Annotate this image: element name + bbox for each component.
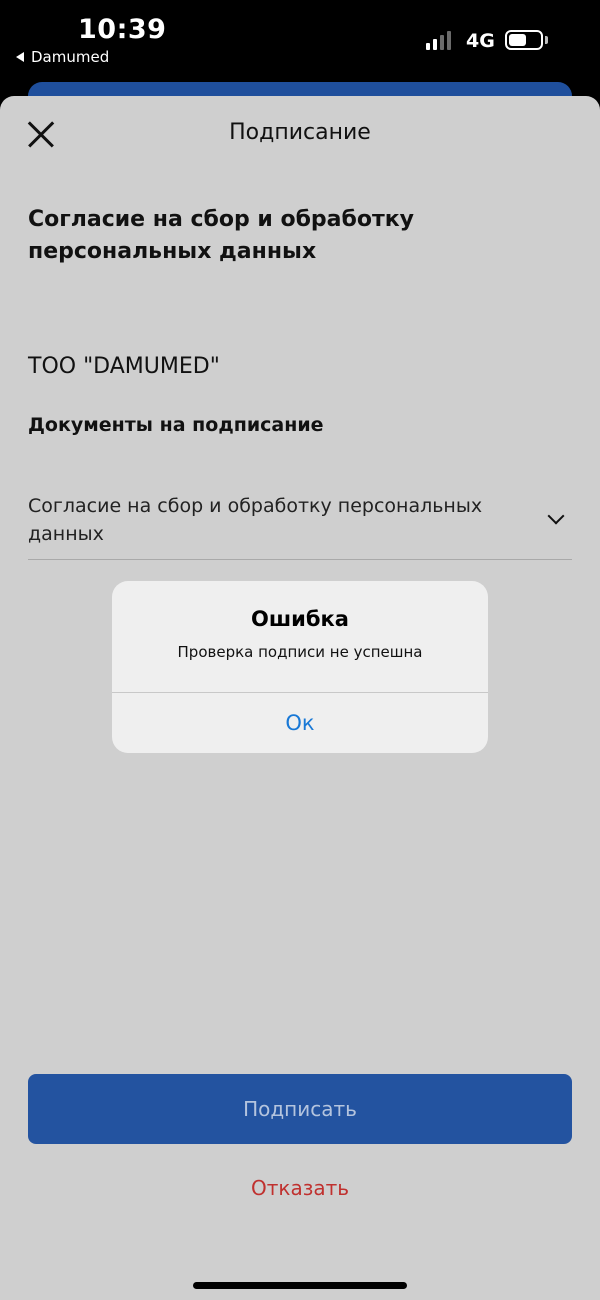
- battery-tip: [545, 36, 548, 44]
- document-item[interactable]: Согласие на сбор и обработку персональны…: [28, 490, 572, 560]
- sign-button[interactable]: Подписать: [28, 1074, 572, 1144]
- sheet-title: Подписание: [229, 120, 371, 145]
- document-item-title: Согласие на сбор и обработку персональны…: [28, 495, 483, 545]
- battery-icon: [505, 30, 543, 50]
- back-to-app-link[interactable]: Damumed: [16, 48, 109, 66]
- documents-section-label: Документы на подписание: [28, 414, 324, 436]
- decline-button[interactable]: Отказать: [0, 1176, 600, 1200]
- home-indicator: [193, 1282, 407, 1289]
- organization-name: ТОО "DAMUMED": [28, 354, 220, 379]
- back-arrow-icon: [16, 52, 24, 62]
- network-type: 4G: [466, 30, 495, 52]
- cellular-signal-icon: [426, 30, 451, 50]
- status-bar: 10:39 Damumed 4G: [0, 0, 600, 80]
- back-app-label: Damumed: [31, 48, 110, 66]
- alert-ok-button[interactable]: Ок: [112, 693, 488, 753]
- alert-message: Проверка подписи не успешна: [177, 643, 423, 661]
- status-time: 10:39: [78, 14, 167, 45]
- battery-level: [509, 34, 526, 46]
- error-alert-dialog: Ошибка Проверка подписи не успешна Ок: [112, 581, 488, 753]
- alert-title: Ошибка: [251, 607, 349, 631]
- document-heading: Согласие на сбор и обработку персональны…: [28, 207, 415, 264]
- chevron-down-icon: [547, 507, 565, 525]
